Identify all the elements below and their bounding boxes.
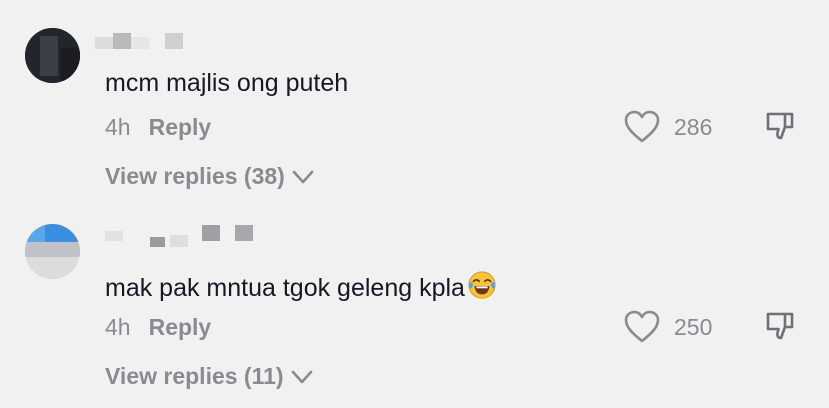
comment-text: mcm majlis ong puteh	[105, 68, 348, 98]
comment-text-content: mcm majlis ong puteh	[105, 69, 349, 97]
heart-icon	[624, 110, 660, 143]
chevron-down-icon	[292, 170, 314, 183]
comment-item: mak pak mntua tgok geleng kpla 4h Reply …	[0, 200, 829, 404]
avatar[interactable]	[25, 224, 80, 279]
reply-button[interactable]: Reply	[149, 114, 212, 141]
like-button[interactable]: 250	[624, 310, 712, 344]
comment-meta: 4h Reply	[105, 114, 211, 141]
view-replies-button[interactable]: View replies (38)	[105, 163, 315, 190]
chevron-down-icon	[291, 370, 312, 383]
comment-text-content: mak pak mntua tgok geleng kpla	[105, 274, 465, 302]
heart-icon	[624, 310, 660, 343]
face-with-tears-of-joy-icon	[468, 271, 496, 299]
like-button[interactable]: 286	[624, 110, 712, 144]
username-blurred[interactable]	[95, 33, 215, 53]
like-count: 286	[674, 113, 713, 140]
avatar[interactable]	[25, 28, 80, 83]
thumbs-down-icon[interactable]	[764, 310, 798, 344]
like-count: 250	[674, 313, 713, 340]
reply-button[interactable]: Reply	[149, 314, 212, 341]
view-replies-button[interactable]: View replies (11)	[105, 363, 314, 390]
view-replies-label: View replies (38)	[105, 163, 285, 189]
thumbs-down-icon[interactable]	[764, 110, 798, 144]
view-replies-label: View replies (11)	[105, 363, 284, 389]
username-blurred[interactable]	[95, 225, 255, 247]
comment-time: 4h	[105, 314, 131, 340]
comment-text: mak pak mntua tgok geleng kpla	[105, 270, 497, 303]
comment-item: mcm majlis ong puteh 4h Reply 286 View r…	[0, 0, 829, 204]
comment-meta: 4h Reply	[105, 314, 211, 341]
comment-time: 4h	[105, 114, 131, 140]
